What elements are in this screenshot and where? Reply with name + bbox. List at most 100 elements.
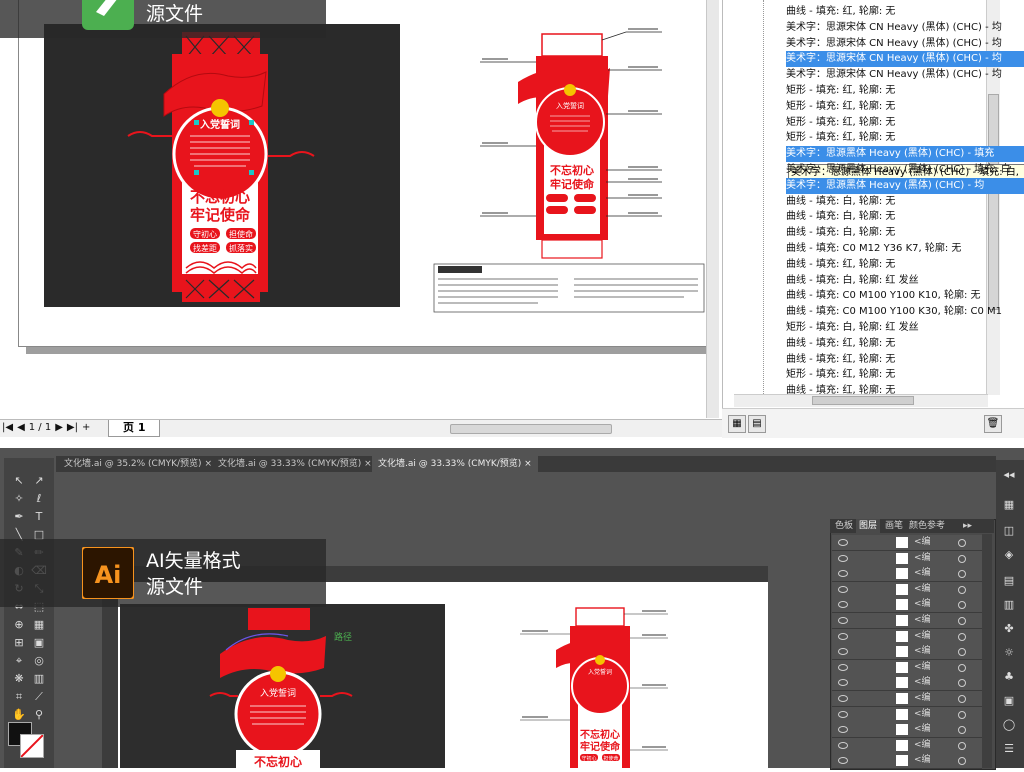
slice-tool-icon[interactable]: ⟋	[30, 690, 48, 704]
object-list-item[interactable]: 矩形 - 填充: 红, 轮廓: 无	[786, 130, 1024, 146]
color-panel-icon[interactable]: ▦	[1001, 498, 1017, 512]
object-list-item[interactable]: 美术字：思源宋体 CN Heavy (黑体) (CHC) - 均	[786, 67, 1024, 83]
hand-tool-icon[interactable]: ✋	[10, 708, 28, 722]
layer-row[interactable]: <编	[832, 581, 982, 598]
layer-row[interactable]: <编	[832, 659, 982, 676]
object-list-item[interactable]: 曲线 - 填充: 红, 轮廓: 无	[786, 4, 1024, 20]
dock-toggle-icon[interactable]: ◂◂	[1001, 468, 1017, 482]
horizontal-scroll-thumb[interactable]	[450, 424, 612, 434]
target-circle-icon[interactable]	[958, 663, 966, 672]
target-circle-icon[interactable]	[958, 679, 966, 688]
object-list-item[interactable]: 矩形 - 填充: 红, 轮廓: 无	[786, 115, 1024, 131]
new-layer-icon[interactable]: ▦	[728, 415, 746, 433]
visibility-eye-icon[interactable]	[838, 710, 848, 718]
target-circle-icon[interactable]	[958, 741, 966, 750]
visibility-eye-icon[interactable]	[838, 617, 848, 624]
close-icon[interactable]: ×	[524, 459, 532, 469]
target-circle-icon[interactable]	[958, 570, 966, 579]
object-list-item[interactable]: 曲线 - 填充: 白, 轮廓: 红 发丝	[786, 273, 1024, 289]
graphic-styles-icon[interactable]: ♣	[1001, 670, 1017, 684]
object-list-item[interactable]: 美术字：思源宋体 CN Heavy (黑体) (CHC) - 均	[786, 20, 1024, 36]
layer-row[interactable]: <编	[832, 706, 982, 723]
target-circle-icon[interactable]	[958, 601, 966, 610]
object-list-item[interactable]: 曲线 - 填充: 白, 轮廓: 无	[786, 225, 1024, 241]
culture-wall-artwork-ai[interactable]: 路径 入党誓词 不忘初心	[120, 604, 445, 769]
visibility-eye-icon[interactable]	[838, 695, 848, 702]
target-circle-icon[interactable]	[958, 554, 966, 563]
master-layer-icon[interactable]: ▤	[748, 415, 766, 433]
canvas-vertical-scrollbar[interactable]	[706, 0, 719, 418]
object-list-item[interactable]: 矩形 - 填充: 红, 轮廓: 无	[786, 83, 1024, 99]
doc-tab-2[interactable]: 文化墙.ai @ 33.33% (CMYK/预览) ×	[212, 456, 378, 472]
swatches-icon[interactable]: ▥	[1001, 598, 1017, 612]
visibility-eye-icon[interactable]	[838, 585, 848, 593]
object-list-item[interactable]: 矩形 - 填充: 红, 轮廓: 无	[786, 367, 1024, 383]
last-page-button[interactable]: ▶|	[67, 422, 78, 433]
visibility-eye-icon[interactable]	[838, 554, 848, 562]
object-list-item[interactable]: 美术字：思源黑体 Heavy (黑体) (CHC) - 填充	[786, 146, 1024, 163]
direct-selection-tool-icon[interactable]: ↗	[30, 474, 48, 488]
visibility-eye-icon[interactable]	[838, 601, 848, 609]
stroke-swatch[interactable]	[20, 734, 44, 758]
visibility-eye-icon[interactable]	[838, 632, 848, 640]
symbols-icon[interactable]: ▣	[1001, 694, 1017, 708]
artboard-tool-icon[interactable]: ⌗	[10, 690, 28, 704]
tab-color-guide[interactable]: 颜色参考	[906, 519, 948, 533]
tab-swatches[interactable]: 色板	[832, 519, 856, 533]
target-circle-icon[interactable]	[958, 695, 966, 703]
selection-tool-icon[interactable]: ↖	[10, 474, 28, 488]
object-list-item[interactable]: 曲线 - 填充: 红, 轮廓: 无	[786, 352, 1024, 368]
culture-wall-artwork[interactable]: 入党誓词 不忘初心 牢记使命 守初心 担使命 找差距 抓落实	[44, 24, 400, 307]
layer-row[interactable]: <编	[832, 535, 982, 551]
object-list-item[interactable]: 曲线 - 填充: 红, 轮廓: 无	[786, 257, 1024, 273]
layers-icon[interactable]: ◈	[1001, 548, 1017, 562]
transparency-icon[interactable]: ◯	[1001, 718, 1017, 732]
visibility-eye-icon[interactable]	[838, 663, 848, 671]
object-list-item[interactable]: 曲线 - 填充: 红, 轮廓: 无	[786, 383, 1024, 399]
panel-menu-icon[interactable]: ▸▸	[960, 519, 975, 533]
perspective-grid-tool-icon[interactable]: ▦	[30, 618, 48, 632]
blend-tool-icon[interactable]: ◎	[30, 654, 48, 668]
visibility-eye-icon[interactable]	[838, 726, 848, 734]
layer-row[interactable]: <编	[832, 597, 982, 614]
target-circle-icon[interactable]	[958, 617, 966, 625]
visibility-eye-icon[interactable]	[838, 648, 848, 656]
doc-tab-3[interactable]: 文化墙.ai @ 33.33% (CMYK/预览) ×	[372, 456, 538, 472]
prev-page-button[interactable]: ◀	[17, 422, 25, 433]
object-list-item[interactable]: 美术字：思源黑体 Heavy (黑体) (CHC) - 填充: 白	[786, 162, 1024, 178]
tab-layers[interactable]: 图层	[856, 519, 881, 533]
color-guide-icon[interactable]: ◫	[1001, 524, 1017, 538]
pen-tool-icon[interactable]: ✒	[10, 510, 28, 524]
target-circle-icon[interactable]	[958, 710, 966, 719]
shape-builder-tool-icon[interactable]: ⊕	[10, 618, 28, 632]
object-list-item[interactable]: 曲线 - 填充: 白, 轮廓: 无	[786, 209, 1024, 225]
zoom-tool-icon[interactable]: ⚲	[30, 708, 48, 722]
stroke-panel-icon[interactable]: ☰	[1001, 742, 1017, 756]
layer-row[interactable]: <编	[832, 722, 982, 739]
drawing-canvas[interactable]: 入党誓词 不忘初心 牢记使命 守初心 担使命 找差距 抓落实 入党誓词 不忘初心…	[0, 0, 714, 418]
layer-row[interactable]: <编	[832, 737, 982, 754]
close-icon[interactable]: ×	[204, 459, 212, 469]
object-list-item[interactable]: 曲线 - 填充: 白, 轮廓: 无	[786, 194, 1024, 210]
object-list-item[interactable]: 曲线 - 填充: 红, 轮廓: 无	[786, 336, 1024, 352]
object-list-item[interactable]: 矩形 - 填充: 白, 轮廓: 红 发丝	[786, 320, 1024, 336]
artboards-icon[interactable]: ▤	[1001, 574, 1017, 588]
column-graph-tool-icon[interactable]: ▥	[30, 672, 48, 686]
magic-wand-tool-icon[interactable]: ✧	[10, 492, 28, 506]
appearance-icon[interactable]: ☼	[1001, 646, 1017, 660]
layer-row[interactable]: <编	[832, 550, 982, 567]
object-list-item[interactable]: 曲线 - 填充: C0 M100 Y100 K10, 轮廓: 无	[786, 288, 1024, 304]
layer-row[interactable]: <编	[832, 613, 982, 629]
add-page-button[interactable]: +	[82, 422, 90, 433]
brushes-icon[interactable]: ✤	[1001, 622, 1017, 636]
symbol-sprayer-tool-icon[interactable]: ❋	[10, 672, 28, 686]
object-list-item[interactable]: 矩形 - 填充: 红, 轮廓: 无	[786, 99, 1024, 115]
object-list-item[interactable]: 美术字：思源宋体 CN Heavy (黑体) (CHC) - 均	[786, 51, 1024, 68]
layers-scrollbar[interactable]	[982, 534, 992, 768]
layer-row[interactable]: <编	[832, 691, 982, 707]
gradient-tool-icon[interactable]: ▣	[30, 636, 48, 650]
object-list-item[interactable]: 美术字：思源黑体 Heavy (黑体) (CHC) - 均	[786, 177, 1024, 194]
object-list-item[interactable]: 曲线 - 填充: C0 M12 Y36 K7, 轮廓: 无	[786, 241, 1024, 257]
type-tool-icon[interactable]: T	[30, 510, 48, 524]
visibility-eye-icon[interactable]	[838, 741, 848, 749]
